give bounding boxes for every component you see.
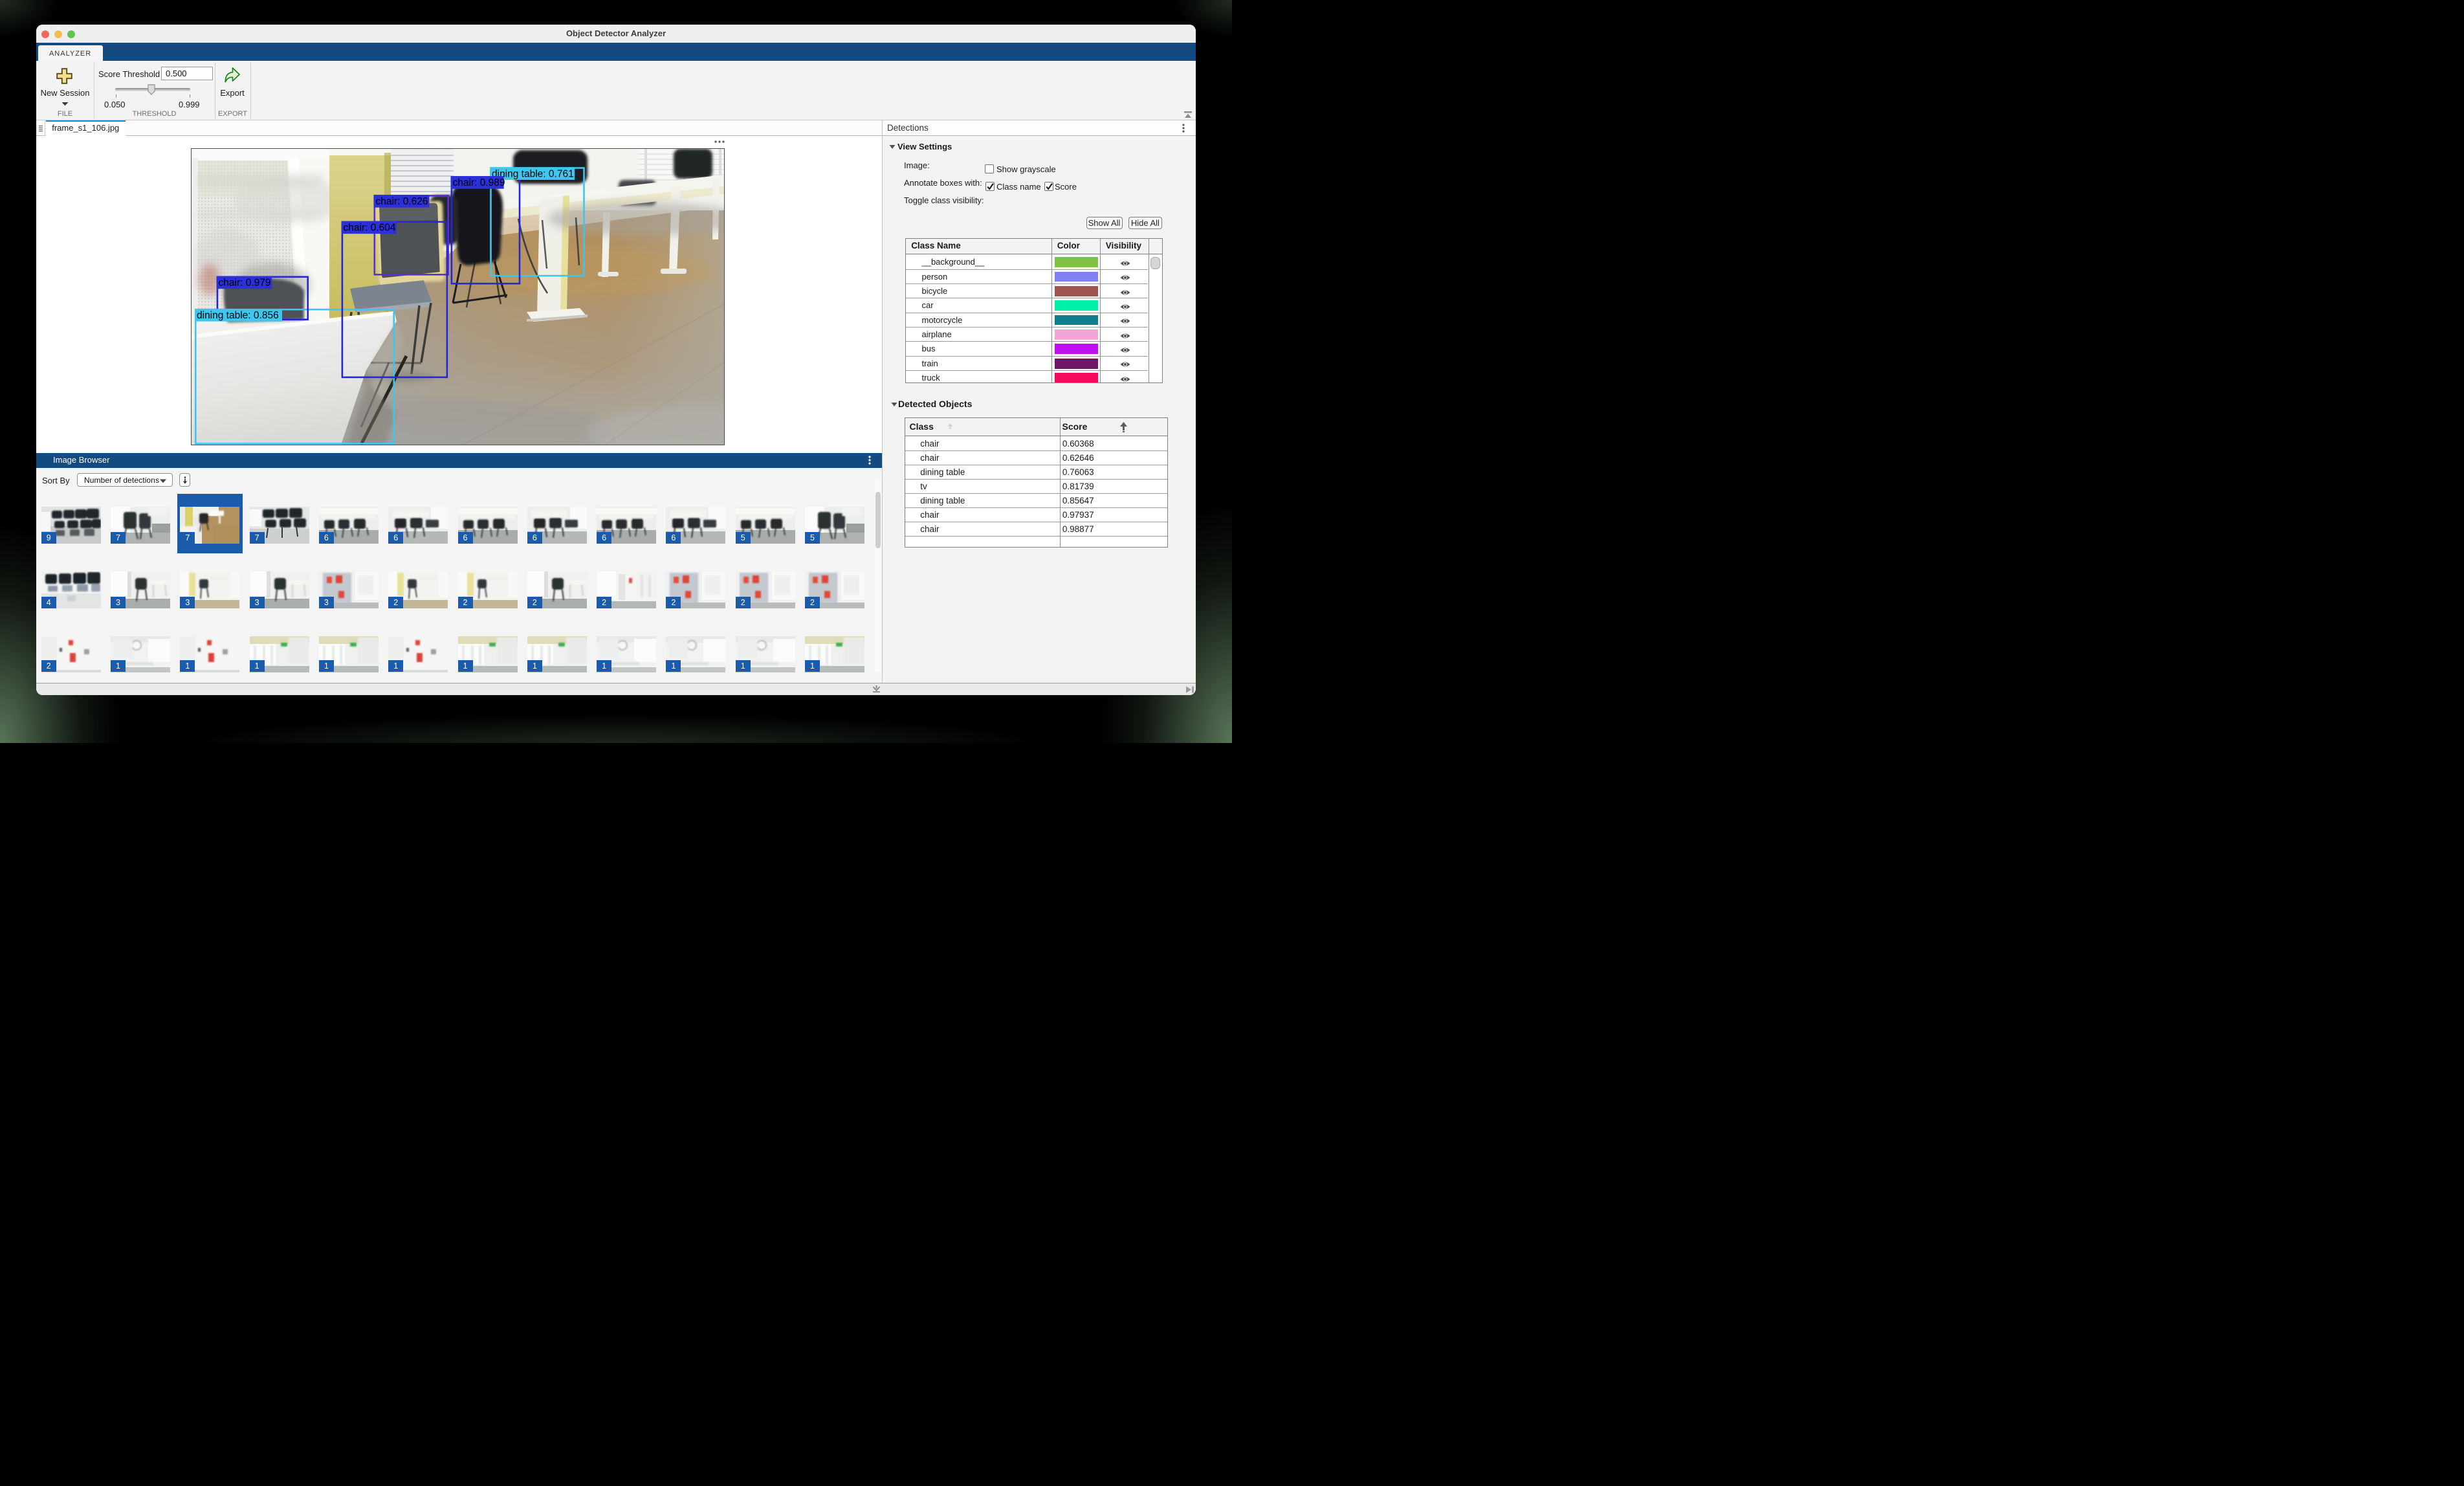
svg-text:dining table: 0.856: dining table: 0.856 bbox=[197, 310, 279, 321]
svg-text:chair: 0.979: chair: 0.979 bbox=[219, 278, 271, 289]
svg-text:chair: 0.989: chair: 0.989 bbox=[453, 177, 505, 188]
svg-text:chair: 0.604: chair: 0.604 bbox=[344, 223, 396, 234]
svg-text:chair: 0.626: chair: 0.626 bbox=[376, 196, 428, 207]
